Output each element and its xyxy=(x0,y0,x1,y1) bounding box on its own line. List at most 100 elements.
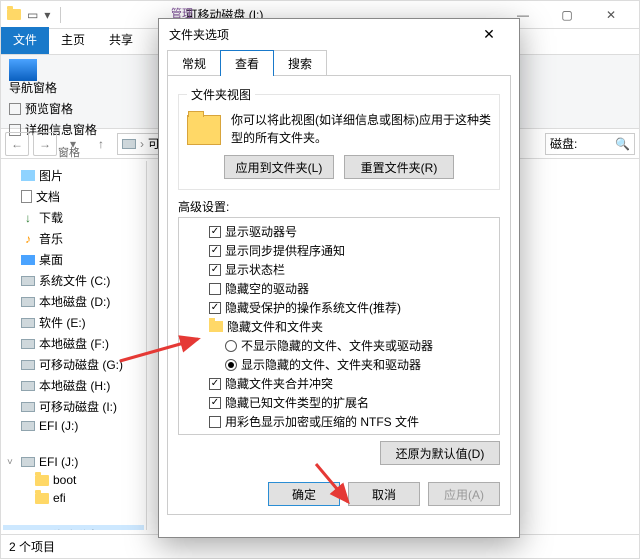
tree-item-label: 图片 xyxy=(39,167,63,184)
ok-button[interactable]: 确定 xyxy=(268,482,340,506)
advanced-setting-row[interactable]: 隐藏文件夹合并冲突 xyxy=(181,374,497,393)
tree-item[interactable]: ♪音乐 xyxy=(3,228,144,249)
advanced-setting-row[interactable]: 隐藏空的驱动器 xyxy=(181,279,497,298)
tree-item-label: 桌面 xyxy=(39,251,63,268)
checkbox-icon[interactable] xyxy=(209,226,221,238)
checkbox-icon[interactable] xyxy=(209,416,221,428)
drive-icon xyxy=(21,402,35,412)
advanced-setting-row[interactable]: 显示状态栏 xyxy=(181,260,497,279)
nav-history-button[interactable]: ▾ xyxy=(61,132,85,156)
advanced-setting-row[interactable]: 显示隐藏的文件、文件夹和驱动器 xyxy=(181,355,497,374)
checkbox-icon[interactable] xyxy=(209,302,221,314)
window-icon xyxy=(7,9,21,20)
tree-item[interactable]: boot xyxy=(3,471,144,489)
tree-item-label: 可移动磁盘 (G:) xyxy=(39,356,123,373)
search-icon: 🔍 xyxy=(615,137,630,151)
folder-views-desc: 你可以将此视图(如详细信息或图标)应用于这种类型的所有文件夹。 xyxy=(231,111,491,147)
tree-item[interactable]: ˅可移动磁盘 (I: xyxy=(3,525,144,530)
apply-button[interactable]: 应用(A) xyxy=(428,482,500,506)
apply-to-folders-button[interactable]: 应用到文件夹(L) xyxy=(224,155,334,179)
tree-item-label: 本地磁盘 (D:) xyxy=(39,293,110,310)
pictures-icon xyxy=(21,170,35,181)
tree-item[interactable]: 本地磁盘 (H:) xyxy=(3,375,144,396)
tree-item-label: 本地磁盘 (H:) xyxy=(39,377,110,394)
folder-views-icon xyxy=(187,115,221,145)
search-box[interactable]: 磁盘: 🔍 xyxy=(545,133,635,155)
checkbox-icon[interactable] xyxy=(209,245,221,257)
dialog-titlebar[interactable]: 文件夹选项 ✕ xyxy=(159,19,519,49)
tree-item[interactable]: 文档 xyxy=(3,186,144,207)
tree-item[interactable]: ˅EFI (J:) xyxy=(3,453,144,471)
close-button[interactable]: ✕ xyxy=(589,1,633,29)
nav-pane-label[interactable]: 导航窗格 xyxy=(9,79,129,96)
advanced-setting-row[interactable]: 不显示隐藏的文件、文件夹或驱动器 xyxy=(181,336,497,355)
checkbox-icon[interactable] xyxy=(209,283,221,295)
advanced-setting-row[interactable]: 显示同步提供程序通知 xyxy=(181,241,497,260)
tree-item[interactable]: 桌面 xyxy=(3,249,144,270)
nav-forward-button[interactable]: → xyxy=(33,132,57,156)
advanced-setting-label: 隐藏受保护的操作系统文件(推荐) xyxy=(225,299,401,316)
tree-item[interactable]: 本地磁盘 (D:) xyxy=(3,291,144,312)
checkbox-icon[interactable] xyxy=(209,378,221,390)
advanced-setting-label: 显示驱动器号 xyxy=(225,223,297,240)
tab-view[interactable]: 查看 xyxy=(220,50,274,76)
tree-item-label: 系统文件 (C:) xyxy=(39,272,110,289)
tree-item[interactable]: 可移动磁盘 (I:) xyxy=(3,396,144,417)
checkbox-icon[interactable] xyxy=(209,435,221,436)
ribbon-tab-file[interactable]: 文件 xyxy=(1,27,49,54)
preview-pane-checkbox[interactable] xyxy=(9,103,21,115)
radio-icon[interactable] xyxy=(225,359,237,371)
tree-item[interactable]: 图片 xyxy=(3,165,144,186)
tree-item[interactable]: EFI (J:) xyxy=(3,417,144,435)
advanced-setting-row[interactable]: 隐藏已知文件类型的扩展名 xyxy=(181,393,497,412)
advanced-setting-label: 不显示隐藏的文件、文件夹或驱动器 xyxy=(241,337,433,354)
radio-icon[interactable] xyxy=(225,340,237,352)
advanced-setting-row[interactable]: 显示驱动器号 xyxy=(181,222,497,241)
maximize-button[interactable]: ▢ xyxy=(545,1,589,29)
tree-item[interactable]: 本地磁盘 (F:) xyxy=(3,333,144,354)
advanced-setting-row[interactable]: 隐藏受保护的操作系统文件(推荐) xyxy=(181,298,497,317)
drive-icon xyxy=(21,360,35,370)
advanced-setting-row[interactable]: 在标题栏中显示完整路径 xyxy=(181,431,497,435)
tab-general[interactable]: 常规 xyxy=(167,50,221,76)
advanced-settings-list[interactable]: 显示驱动器号显示同步提供程序通知显示状态栏隐藏空的驱动器隐藏受保护的操作系统文件… xyxy=(178,217,500,435)
tree-item-label: 可移动磁盘 (I:) xyxy=(39,398,117,415)
qat-dropdown-icon[interactable]: ▾ xyxy=(44,8,50,22)
cancel-button[interactable]: 取消 xyxy=(348,482,420,506)
downloads-icon: ↓ xyxy=(21,211,35,225)
drive-icon xyxy=(21,381,35,391)
advanced-setting-label: 显示状态栏 xyxy=(225,261,285,278)
checkbox-icon[interactable] xyxy=(209,264,221,276)
tree-item[interactable] xyxy=(3,435,144,453)
folder-icon xyxy=(35,493,49,504)
qat-props-icon[interactable]: ▭ xyxy=(27,8,38,22)
dialog-title: 文件夹选项 xyxy=(169,26,229,43)
tree-item[interactable]: efi xyxy=(3,489,144,507)
search-placeholder: 磁盘: xyxy=(550,135,577,152)
nav-tree[interactable]: 图片文档↓下载♪音乐桌面系统文件 (C:)本地磁盘 (D:)软件 (E:)本地磁… xyxy=(1,161,147,530)
nav-pane-icon[interactable] xyxy=(9,59,37,81)
nav-up-button[interactable]: ↑ xyxy=(89,132,113,156)
checkbox-icon[interactable] xyxy=(209,397,221,409)
advanced-setting-row: 隐藏文件和文件夹 xyxy=(181,317,497,336)
tree-expand-icon[interactable]: ˅ xyxy=(7,457,17,468)
restore-defaults-button[interactable]: 还原为默认值(D) xyxy=(380,441,500,465)
advanced-setting-row[interactable]: 用彩色显示加密或压缩的 NTFS 文件 xyxy=(181,412,497,431)
tree-item[interactable] xyxy=(3,507,144,525)
tree-item[interactable]: 可移动磁盘 (G:) xyxy=(3,354,144,375)
ribbon-tab-share[interactable]: 共享 xyxy=(97,27,145,54)
folder-views-group: 文件夹视图 你可以将此视图(如详细信息或图标)应用于这种类型的所有文件夹。 应用… xyxy=(178,86,500,190)
reset-folders-button[interactable]: 重置文件夹(R) xyxy=(344,155,454,179)
preview-pane-label[interactable]: 预览窗格 xyxy=(25,100,73,117)
tab-search[interactable]: 搜索 xyxy=(273,50,327,76)
tree-item[interactable]: 系统文件 (C:) xyxy=(3,270,144,291)
tree-item-label: efi xyxy=(53,491,66,505)
advanced-setting-label: 显示隐藏的文件、文件夹和驱动器 xyxy=(241,356,421,373)
drive-icon xyxy=(21,339,35,349)
dialog-close-button[interactable]: ✕ xyxy=(469,19,509,49)
ribbon-tab-home[interactable]: 主页 xyxy=(49,27,97,54)
address-icon xyxy=(122,139,136,149)
tree-item[interactable]: ↓下载 xyxy=(3,207,144,228)
nav-back-button[interactable]: ← xyxy=(5,132,29,156)
tree-item[interactable]: 软件 (E:) xyxy=(3,312,144,333)
